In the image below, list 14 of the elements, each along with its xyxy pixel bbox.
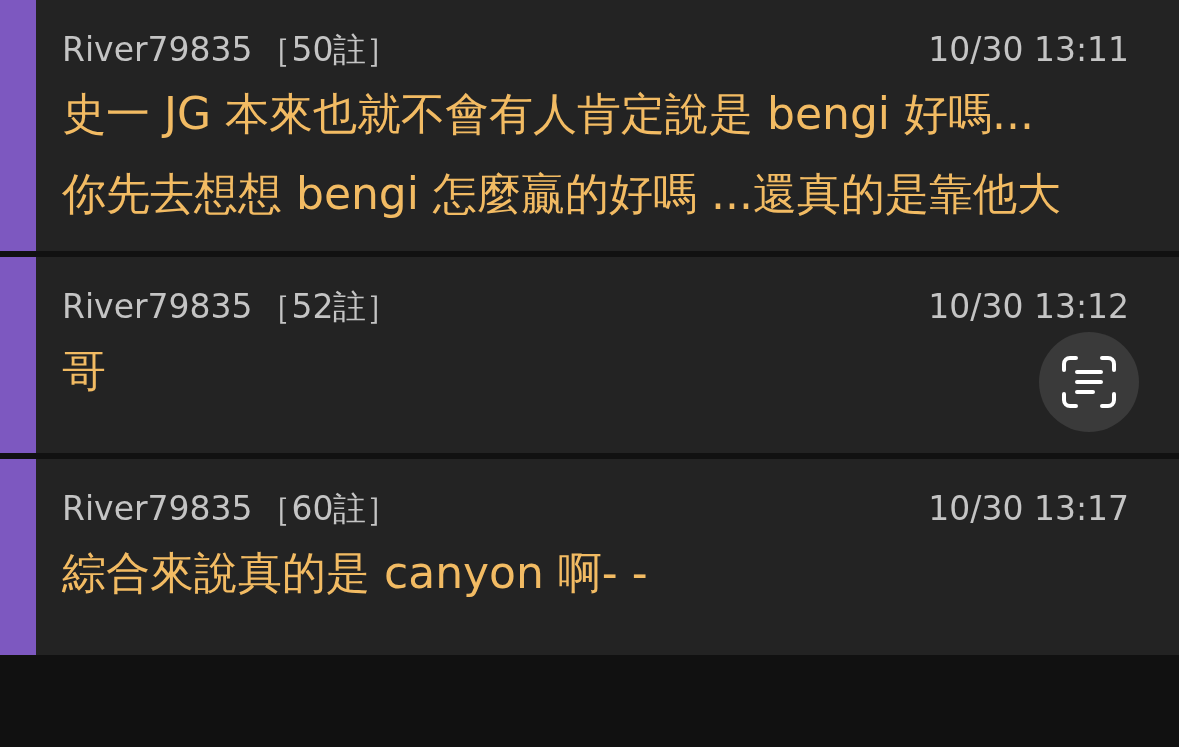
comment-text: 史一 JG 本來也就不會有人肯定說是 bengi 好嗎... bbox=[62, 87, 1036, 141]
comment-text: 你先去想想 bengi 怎麼贏的好嗎 ...還真的是靠他大 bbox=[62, 167, 1062, 221]
timestamp: 10/30 13:12 bbox=[928, 287, 1129, 326]
comment-text: 綜合來說真的是 canyon 啊- - bbox=[62, 546, 649, 600]
username: River79835 bbox=[62, 30, 253, 69]
comment-text: 哥 bbox=[62, 344, 107, 398]
timestamp: 10/30 13:11 bbox=[928, 30, 1129, 69]
scan-text-icon bbox=[1062, 356, 1116, 408]
comment-count: ［52註］ bbox=[258, 286, 400, 328]
comment-count: ［50註］ bbox=[258, 29, 400, 71]
username: River79835 bbox=[62, 287, 253, 326]
comment-count: ［60註］ bbox=[258, 488, 400, 530]
username: River79835 bbox=[62, 489, 253, 528]
timestamp: 10/30 13:17 bbox=[928, 489, 1129, 528]
